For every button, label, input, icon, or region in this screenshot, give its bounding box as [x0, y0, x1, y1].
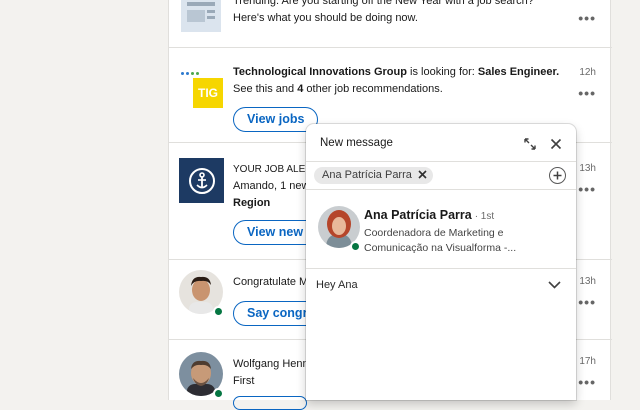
logo-dots [181, 72, 211, 76]
message-title: New message [320, 137, 393, 149]
company-logo: TIG [181, 68, 223, 108]
recipient-row[interactable]: Ana Patrícia Parra [306, 162, 576, 190]
message-header: New message [306, 124, 576, 162]
notification-text: Trending: Are you starting off the New Y… [233, 0, 534, 24]
recipient-chip-label: Ana Patrícia Parra [322, 169, 412, 181]
connection-degree: · 1st [474, 211, 495, 222]
notification-text: Technological Innovations Group is looki… [233, 66, 560, 95]
notification-time: 12h [579, 67, 596, 78]
partial-button[interactable] [233, 396, 307, 410]
notification-text: Wolfgang Henn First [233, 358, 309, 387]
remove-recipient-icon[interactable] [418, 169, 427, 181]
more-options-icon[interactable]: ••• [578, 181, 596, 197]
recipient-chip[interactable]: Ana Patrícia Parra [314, 167, 433, 184]
recipient-name: Ana Patrícia Parra · 1st [364, 208, 495, 222]
new-message-panel: New message Ana Patrícia Parra Ana Patrí… [306, 124, 576, 400]
message-compose-area[interactable]: Hey Ana [316, 279, 358, 291]
more-options-icon[interactable]: ••• [578, 374, 596, 390]
chevron-down-icon[interactable] [544, 275, 564, 295]
online-status-dot [213, 306, 224, 317]
message-draft-text: Hey Ana [316, 279, 358, 291]
add-recipient-icon[interactable] [549, 167, 566, 184]
notification-time: 17h [579, 356, 596, 367]
more-options-icon[interactable]: ••• [578, 294, 596, 310]
more-options-icon[interactable]: ••• [578, 10, 596, 26]
recipient-headline: Coordenadora de Marketing e Comunicação … [364, 227, 517, 254]
anchor-icon [188, 167, 215, 194]
notification-text: Congratulate M [233, 276, 309, 288]
close-icon[interactable] [546, 134, 566, 154]
expand-icon[interactable] [520, 134, 540, 154]
notification-time: 13h [579, 276, 596, 287]
notification-time: 13h [579, 163, 596, 174]
recipient-search-result[interactable]: Ana Patrícia Parra · 1st Coordenadora de … [306, 194, 576, 269]
notification-item[interactable]: Trending: Are you starting off the New Y… [169, 0, 612, 48]
anchor-logo [179, 158, 224, 203]
online-status-dot [213, 388, 224, 399]
tig-logo-text: TIG [193, 78, 223, 108]
more-options-icon[interactable]: ••• [578, 85, 596, 101]
online-status-dot [350, 241, 361, 252]
article-thumbnail [181, 0, 221, 32]
